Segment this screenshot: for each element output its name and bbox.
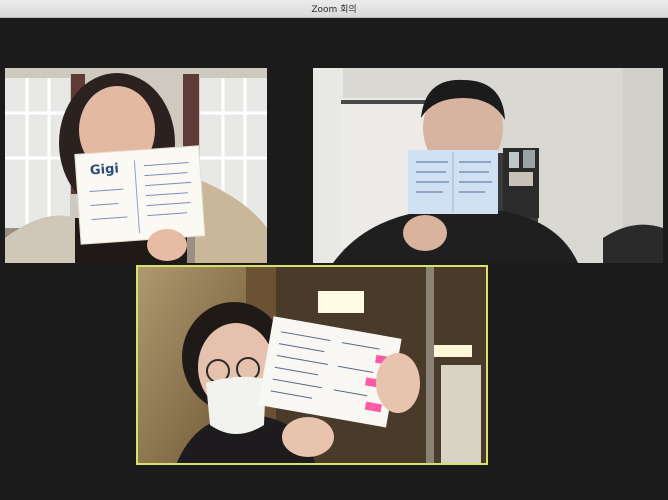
- participant-video-tile-3[interactable]: [136, 265, 488, 465]
- participant-1-video: Gigi: [5, 68, 267, 263]
- held-card-name: Gigi: [90, 161, 120, 178]
- participant-video-tile-1[interactable]: Gigi: [5, 68, 267, 263]
- participant-3-video: [136, 265, 488, 465]
- participant-2-video: [313, 68, 663, 263]
- window-title: Zoom 회의: [311, 5, 357, 15]
- window-titlebar: Zoom 회의: [0, 0, 668, 18]
- participant-video-tile-2[interactable]: [313, 68, 663, 263]
